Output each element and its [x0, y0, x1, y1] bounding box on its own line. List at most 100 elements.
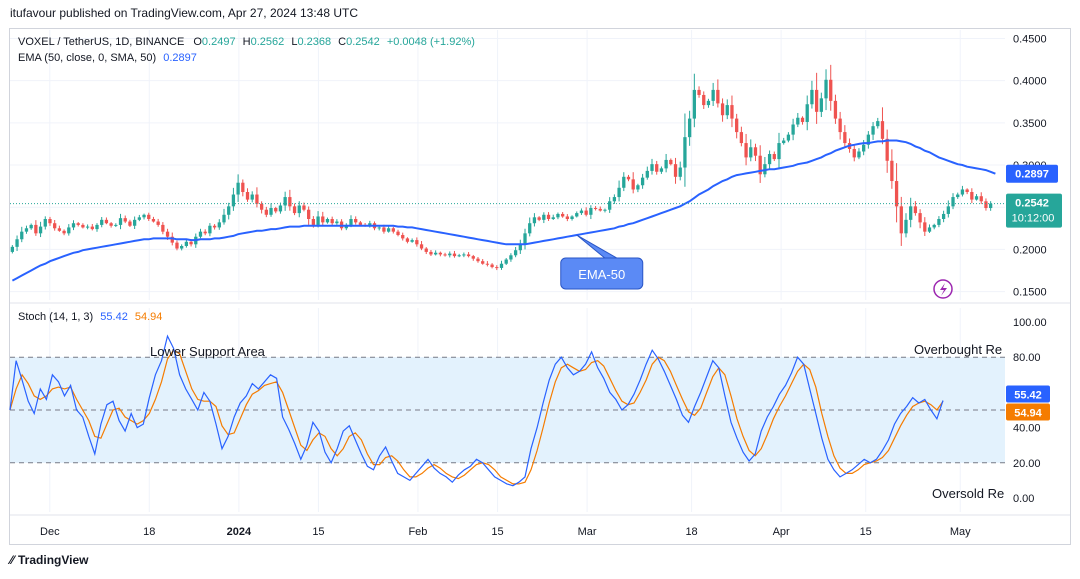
candle-body — [156, 221, 160, 225]
candle-body — [217, 222, 221, 228]
candle-body — [711, 89, 715, 101]
open-label: O — [193, 36, 202, 48]
candle-body — [142, 214, 146, 218]
candle-body — [556, 213, 560, 218]
candle-body — [481, 261, 485, 264]
candle-body — [631, 179, 635, 190]
candle-body — [819, 98, 823, 112]
candle-body — [730, 105, 734, 119]
candle-body — [720, 103, 725, 116]
candle-body — [937, 219, 941, 225]
candle-body — [565, 216, 569, 219]
candle-body — [499, 263, 504, 268]
candle-body — [706, 100, 711, 106]
candle-body — [476, 258, 480, 262]
candle-body — [259, 203, 264, 210]
stoch-k-value: 55.42 — [100, 311, 128, 323]
ema-legend: EMA (50, close, 0, SMA, 50) 0.2897 — [18, 52, 197, 64]
candle-body — [264, 209, 268, 215]
candle-body — [415, 240, 419, 245]
candle-body — [941, 213, 946, 219]
change-value: +0.0048 (+1.92%) — [386, 36, 475, 48]
stoch-tick-label: 40.00 — [1013, 423, 1041, 435]
candle-body — [189, 241, 193, 245]
candle-body — [302, 205, 306, 210]
candle-body — [250, 194, 254, 200]
candle-body — [833, 100, 838, 119]
candle-body — [434, 252, 438, 255]
candle-body — [208, 225, 212, 234]
candle-body — [603, 209, 607, 211]
candle-body — [34, 224, 38, 234]
candle-body — [457, 255, 461, 257]
candle-body — [184, 241, 189, 246]
time-tick-label: 2024 — [227, 526, 252, 538]
candle-body — [132, 219, 137, 226]
candle-body — [829, 79, 833, 101]
candle-body — [448, 253, 452, 256]
candle-body — [297, 205, 301, 214]
candle-body — [989, 203, 993, 209]
candle-body — [10, 246, 14, 252]
time-tick-label: Apr — [773, 526, 790, 538]
candle-body — [542, 214, 546, 220]
candle-body — [429, 251, 433, 255]
candle-body — [645, 170, 649, 178]
candle-body — [560, 213, 565, 217]
candle-body — [274, 208, 278, 212]
candle-body — [786, 134, 791, 141]
candle-body — [673, 164, 678, 177]
tradingview-logo-icon: ⁄⁄ — [10, 553, 15, 567]
lightning-icon-glyph — [940, 283, 947, 296]
candle-body — [513, 250, 518, 256]
candle-body — [335, 221, 339, 224]
ema-callout-label: EMA-50 — [578, 267, 625, 282]
candle-body — [67, 227, 71, 234]
time-tick-label: Dec — [40, 526, 60, 538]
candle-body — [307, 209, 311, 219]
candle-body — [909, 206, 913, 220]
ema-price-badge-label: 0.2897 — [1015, 169, 1049, 181]
candle-body — [405, 238, 410, 242]
candle-body — [212, 225, 217, 228]
candle-body — [396, 231, 400, 236]
price-tick-label: 0.2000 — [1013, 244, 1047, 256]
candle-body — [410, 240, 414, 242]
candle-body — [814, 89, 819, 112]
candle-body — [880, 121, 885, 139]
candle-body — [255, 194, 259, 204]
candle-body — [598, 208, 602, 211]
candle-body — [81, 224, 85, 228]
callout-pointer — [576, 234, 619, 259]
candle-body — [114, 224, 118, 226]
candle-body — [767, 154, 772, 165]
candle-body — [349, 219, 353, 225]
stoch-tick-label: 80.00 — [1013, 352, 1041, 364]
candle-body — [38, 226, 43, 234]
candle-body — [697, 89, 701, 95]
candle-body — [913, 206, 918, 214]
candle-body — [890, 160, 894, 182]
candle-body — [617, 187, 621, 198]
stoch-label: Stoch (14, 1, 3) — [18, 311, 94, 323]
candle-body — [927, 227, 932, 232]
candle-body — [739, 132, 744, 144]
candle-body — [659, 168, 664, 172]
candle-body — [843, 132, 847, 144]
footer-brand[interactable]: ⁄⁄ TradingView — [10, 553, 88, 567]
candle-body — [749, 147, 753, 158]
ema-50-line — [11, 139, 996, 282]
chart-canvas[interactable]: 0.45000.40000.35000.30000.25000.20000.15… — [0, 0, 1080, 579]
candle-body — [979, 196, 983, 202]
candle-body — [852, 148, 856, 158]
time-tick-label: May — [950, 526, 971, 538]
candle-body — [923, 222, 927, 232]
candle-body — [128, 221, 132, 226]
candle-body — [532, 217, 537, 224]
candle-body — [716, 89, 720, 104]
candle-body — [29, 224, 33, 229]
candle-body — [269, 208, 273, 215]
candle-body — [772, 154, 776, 160]
candle-body — [692, 89, 696, 119]
candle-body — [857, 151, 861, 158]
